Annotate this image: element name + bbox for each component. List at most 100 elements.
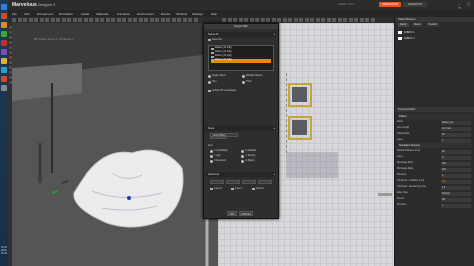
toolbar-button[interactable]: [238, 18, 243, 22]
toolbar-button[interactable]: [304, 18, 309, 22]
menu-item[interactable]: Edit: [24, 12, 29, 16]
axis-radio[interactable]: Y (Up): [210, 154, 221, 158]
invert-y-checkbox[interactable]: Invert Y: [231, 187, 243, 191]
toolbar-button[interactable]: [293, 18, 298, 22]
toolbar-button[interactable]: [255, 18, 259, 22]
axis-radio[interactable]: X (Default): [241, 149, 256, 153]
toolbar-button[interactable]: [326, 18, 331, 22]
tab-fabric[interactable]: Fabric: [398, 23, 409, 27]
menu-item[interactable]: 3D Garment: [37, 12, 53, 16]
property-value-field[interactable]: 0: [441, 155, 471, 160]
cancel-button[interactable]: CANCEL: [239, 211, 253, 216]
toolbar-button[interactable]: [354, 18, 358, 22]
toolbar-button[interactable]: [89, 18, 93, 22]
taskbar-app-icon[interactable]: [1, 85, 7, 91]
toolbar-button[interactable]: [332, 18, 336, 22]
menu-item[interactable]: Window: [176, 12, 187, 16]
advanced-button-4[interactable]: [258, 180, 272, 184]
toolbar-button[interactable]: [166, 18, 170, 22]
advanced-button-3[interactable]: [242, 180, 256, 184]
toolbar-button[interactable]: [116, 18, 121, 22]
toolbar-button[interactable]: [28, 18, 33, 22]
toolbar-button[interactable]: [321, 18, 325, 22]
toolbar-button[interactable]: [310, 18, 314, 22]
toolbar-button[interactable]: [315, 18, 320, 22]
toolbar-button[interactable]: [61, 18, 66, 22]
property-value-field[interactable]: 20: [441, 132, 471, 137]
toolbar-button[interactable]: [227, 18, 232, 22]
property-value-field[interactable]: 0: [441, 173, 471, 178]
pattern-piece-1[interactable]: [288, 83, 312, 107]
animation-mode-button[interactable]: ANIMATION: [403, 2, 427, 7]
toolbar-button[interactable]: [138, 18, 143, 22]
toolbar-button[interactable]: [193, 18, 198, 22]
axis-radio[interactable]: X (Left/Right): [210, 149, 228, 153]
pattern-piece-2[interactable]: [288, 116, 312, 140]
property-section-simulation[interactable]: Simulation Property: [397, 143, 473, 148]
toolbar-button[interactable]: [244, 18, 248, 22]
list-item[interactable]: Pattern_04 (obj): [211, 59, 271, 63]
advanced-button-2[interactable]: [226, 180, 240, 184]
property-section-pattern[interactable]: Pattern: [397, 114, 473, 119]
property-value-field[interactable]: 100: [441, 161, 471, 166]
toolbar-button[interactable]: [23, 18, 27, 22]
menu-item[interactable]: Environment: [137, 12, 154, 16]
simulation-mode-button[interactable]: SIMULATION: [379, 2, 401, 7]
list-item[interactable]: FABRIC 1: [398, 30, 470, 35]
toolbar-button[interactable]: [282, 18, 287, 22]
select-all-checkbox[interactable]: Select All: [208, 38, 221, 42]
toolbar-button[interactable]: [249, 18, 254, 22]
tab-topstitch[interactable]: Topstitch: [426, 23, 440, 27]
toolbar-button[interactable]: [12, 18, 16, 22]
scale-combo[interactable]: Auto (Other): [210, 133, 238, 137]
menu-item[interactable]: Avatar: [81, 12, 90, 16]
property-value-field[interactable]: Pattern_01: [441, 120, 471, 125]
toolbar-button[interactable]: [182, 18, 187, 22]
taskbar-app-icon[interactable]: [1, 40, 7, 46]
object-list[interactable]: Pattern_01 (obj) Pattern_02 (obj) Pattern_…: [208, 45, 274, 71]
toolbar-button[interactable]: [370, 18, 375, 22]
toolbar-button[interactable]: [222, 18, 226, 22]
property-value-field[interactable]: 0: [441, 138, 471, 143]
viewport-3d[interactable]: MD_Frame | Frame: 1 / 30 Objects: 3: [12, 23, 218, 266]
toolbar-button[interactable]: [348, 18, 353, 22]
toolbar-button[interactable]: [127, 18, 132, 22]
taskbar-app-icon[interactable]: [1, 67, 7, 73]
taskbar-app-icon[interactable]: [1, 22, 7, 28]
toolbar-button[interactable]: [17, 18, 22, 22]
toolbar-button[interactable]: [266, 18, 270, 22]
toolbar-button[interactable]: [160, 18, 165, 22]
toolbar-button[interactable]: [39, 18, 44, 22]
invert-z-checkbox[interactable]: Invert Z: [252, 187, 264, 191]
taskbar-app-icon[interactable]: [1, 49, 7, 55]
toolbar-button[interactable]: [45, 18, 49, 22]
taskbar-app-icon[interactable]: [1, 4, 7, 10]
toolbar-button[interactable]: [155, 18, 159, 22]
advanced-button-1[interactable]: [210, 180, 224, 184]
toolbar-button[interactable]: [365, 18, 369, 22]
taskbar-app-icon[interactable]: [1, 76, 7, 82]
toolbar-button[interactable]: [94, 18, 99, 22]
toolbar-button[interactable]: [56, 18, 60, 22]
property-value-field[interactable]: Off: [441, 197, 471, 202]
menu-item[interactable]: Settings: [192, 12, 203, 16]
toolbar-button[interactable]: [288, 18, 292, 22]
toolbar-button[interactable]: [34, 18, 38, 22]
invert-x-checkbox[interactable]: Invert X: [210, 187, 222, 191]
axis-radio[interactable]: Z (Forward): [210, 159, 226, 163]
property-value-field[interactable]: 0: [441, 203, 471, 208]
taskbar-app-icon[interactable]: [1, 31, 7, 37]
toolbar-button[interactable]: [72, 18, 77, 22]
unified-uv-checkbox[interactable]: Unified UV Coordinates: [208, 89, 236, 93]
toolbar-button[interactable]: [50, 18, 55, 22]
toolbar-button[interactable]: [83, 18, 88, 22]
toolbar-button[interactable]: [337, 18, 342, 22]
property-value-field[interactable]: 14.3 mm: [441, 126, 471, 131]
toolbar-button[interactable]: [122, 18, 126, 22]
toolbar-button[interactable]: [177, 18, 181, 22]
multiple-objects-radio[interactable]: Multiple Objects: [242, 74, 262, 78]
thin-radio[interactable]: Thin: [208, 80, 216, 84]
toolbar-button[interactable]: [133, 18, 137, 22]
list-item[interactable]: FABRIC 2: [398, 36, 470, 41]
axis-radio[interactable]: -Y (Down): [241, 154, 255, 158]
